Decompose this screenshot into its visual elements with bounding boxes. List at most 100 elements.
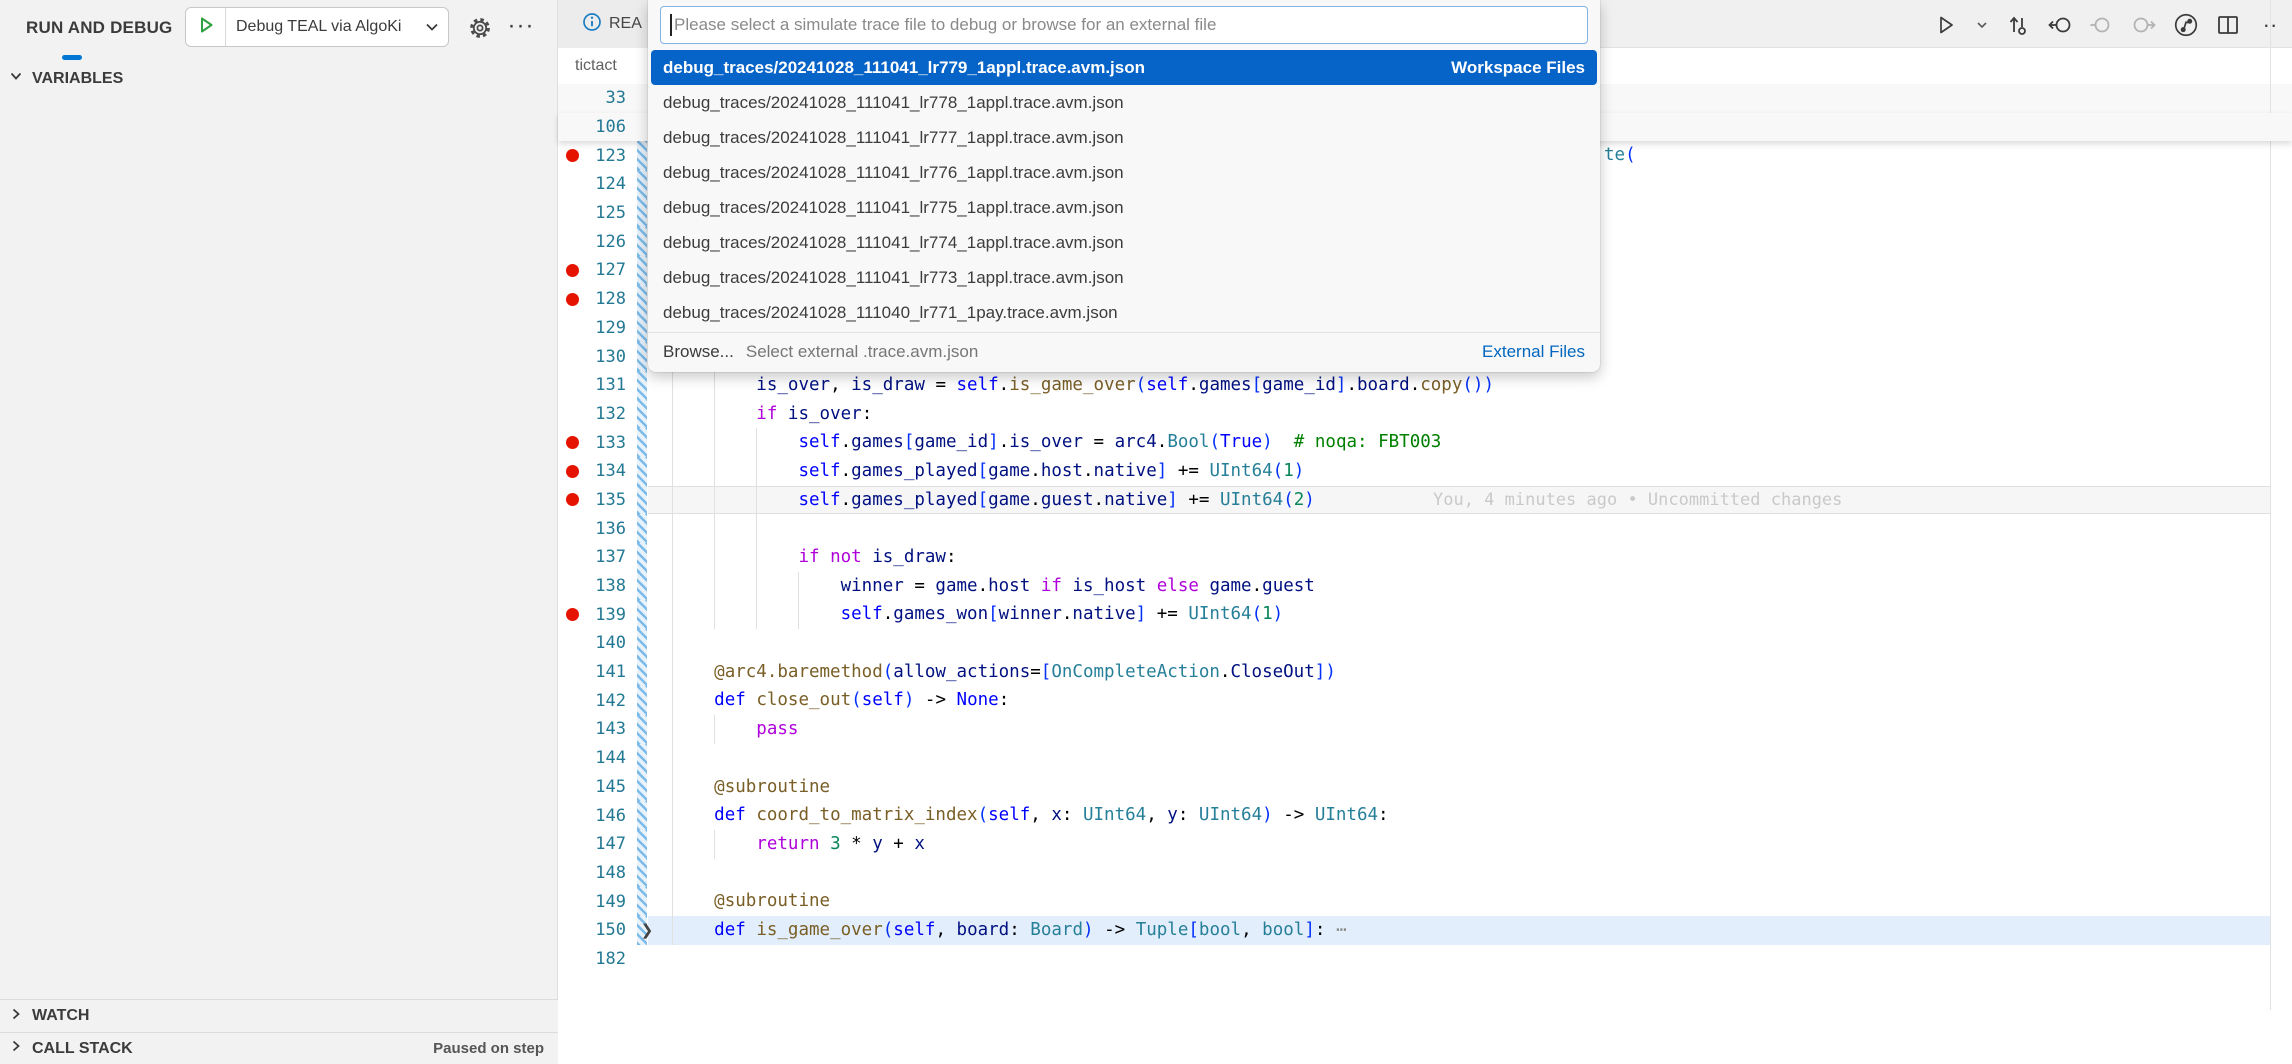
code-text: self.games[game_id].is_over = arc4.Bool(… xyxy=(672,428,1441,457)
code-text: def coord_to_matrix_index(self, x: UInt6… xyxy=(672,801,1389,830)
line-number[interactable]: 132 xyxy=(558,404,634,424)
indent-guide xyxy=(672,859,673,888)
step-back-icon[interactable] xyxy=(2046,11,2074,39)
chevron-down-icon xyxy=(422,19,448,35)
line-number[interactable]: 129 xyxy=(558,318,634,338)
split-editor-icon[interactable] xyxy=(2214,11,2242,39)
fold-chevron-icon[interactable]: ❯ xyxy=(638,920,656,940)
trace-file-path: debug_traces/20241028_111041_lr774_1appl… xyxy=(663,233,1585,253)
gutter-change-marker xyxy=(637,113,647,142)
breakpoint-dot[interactable] xyxy=(566,264,579,277)
gutter-change-marker xyxy=(637,400,647,429)
step-forward-icon[interactable] xyxy=(2130,11,2158,39)
code-line: 182 xyxy=(558,945,2292,974)
code-text: is_over, is_draw = self.is_game_over(sel… xyxy=(672,371,1494,400)
call-stack-section-header[interactable]: CALL STACK Paused on step xyxy=(0,1032,558,1064)
quickpick-input[interactable] xyxy=(674,15,1587,35)
line-number[interactable]: 136 xyxy=(558,519,634,539)
run-button[interactable] xyxy=(1932,11,1960,39)
quickpick-item[interactable]: debug_traces/20241028_111041_lr778_1appl… xyxy=(651,85,1597,120)
step-over-icon[interactable] xyxy=(2088,11,2116,39)
variables-section-header[interactable]: VARIABLES xyxy=(0,62,558,95)
debug-config-dropdown[interactable]: Debug TEAL via AlgoKi xyxy=(185,7,449,47)
external-files-link[interactable]: External Files xyxy=(1482,342,1585,362)
line-number[interactable]: 142 xyxy=(558,691,634,711)
line-number[interactable]: 141 xyxy=(558,662,634,682)
line-number[interactable]: 126 xyxy=(558,232,634,252)
line-number[interactable]: 148 xyxy=(558,863,634,883)
rerun-trace-icon[interactable] xyxy=(2004,11,2032,39)
line-number[interactable]: 131 xyxy=(558,375,634,395)
quickpick-item[interactable]: debug_traces/20241028_111041_lr773_1appl… xyxy=(651,260,1597,295)
editor-scrollbar-divider xyxy=(2270,0,2271,1010)
run-dropdown-chevron-icon[interactable] xyxy=(1974,11,1990,39)
line-number[interactable]: 182 xyxy=(558,949,634,969)
workspace-files-badge: Workspace Files xyxy=(1451,58,1585,78)
breakpoint-dot[interactable] xyxy=(566,465,579,478)
line-number[interactable]: 137 xyxy=(558,547,634,567)
quickpick-item[interactable]: debug_traces/20241028_111041_lr774_1appl… xyxy=(651,225,1597,260)
gutter-change-marker xyxy=(637,887,647,916)
code-line: 146 def coord_to_matrix_index(self, x: U… xyxy=(558,801,2292,830)
line-number[interactable]: 144 xyxy=(558,748,634,768)
quickpick-item[interactable]: debug_traces/20241028_111040_lr771_1pay.… xyxy=(651,295,1597,330)
gutter-change-marker xyxy=(637,658,647,687)
code-text: return 3 * y + x xyxy=(672,830,925,859)
gutter-change-marker xyxy=(637,572,647,601)
chevron-down-icon xyxy=(8,68,24,89)
gear-icon[interactable] xyxy=(464,12,496,44)
trace-file-quickpick: debug_traces/20241028_111041_lr779_1appl… xyxy=(648,0,1600,372)
code-text: def is_game_over(self, board: Board) -> … xyxy=(672,916,1346,945)
quickpick-input-box[interactable] xyxy=(660,6,1588,44)
line-number[interactable]: 143 xyxy=(558,719,634,739)
code-line: 150❯ def is_game_over(self, board: Board… xyxy=(558,916,2292,945)
code-line: 140 xyxy=(558,629,2292,658)
quickpick-item[interactable]: debug_traces/20241028_111041_lr779_1appl… xyxy=(651,50,1597,85)
browse-label: Browse... xyxy=(663,342,734,362)
line-number[interactable]: 130 xyxy=(558,347,634,367)
quickpick-list: debug_traces/20241028_111041_lr779_1appl… xyxy=(651,50,1597,330)
indent-guide xyxy=(756,514,757,543)
line-number[interactable]: 33 xyxy=(558,88,634,108)
code-line: 142 def close_out(self) -> None: xyxy=(558,686,2292,715)
gutter-change-marker xyxy=(637,744,647,773)
indent-guide xyxy=(672,744,673,773)
vscode-window: RUN AND DEBUG Debug TEAL via AlgoKi ··· xyxy=(0,0,2292,1064)
quickpick-item[interactable]: debug_traces/20241028_111041_lr777_1appl… xyxy=(651,120,1597,155)
text-caret xyxy=(670,14,672,36)
inline-git-blame: You, 4 minutes ago • Uncommitted changes xyxy=(1433,486,1842,515)
code-line: 134 self.games_played[game.host.native] … xyxy=(558,457,2292,486)
line-number[interactable]: 106 xyxy=(558,117,634,137)
line-number[interactable]: 124 xyxy=(558,174,634,194)
line-number[interactable]: 125 xyxy=(558,203,634,223)
line-number[interactable]: 149 xyxy=(558,892,634,912)
gutter-change-marker xyxy=(637,773,647,802)
code-line: 136 xyxy=(558,514,2292,543)
line-number[interactable]: 145 xyxy=(558,777,634,797)
more-actions-icon[interactable]: ··· xyxy=(504,10,538,42)
editor-toolbar: ·· xyxy=(1932,9,2284,41)
line-number[interactable]: 147 xyxy=(558,834,634,854)
line-number[interactable]: 138 xyxy=(558,576,634,596)
code-text: winner = game.host if is_host else game.… xyxy=(672,572,1315,601)
paused-status-badge: Paused on step xyxy=(433,1040,544,1057)
gutter-change-marker xyxy=(637,486,647,515)
line-number[interactable]: 146 xyxy=(558,806,634,826)
info-icon xyxy=(582,12,602,37)
line-number[interactable]: 150 xyxy=(558,920,634,940)
quickpick-item[interactable]: debug_traces/20241028_111041_lr775_1appl… xyxy=(651,190,1597,225)
trace-file-path: debug_traces/20241028_111041_lr779_1appl… xyxy=(663,58,1451,78)
line-number[interactable]: 140 xyxy=(558,633,634,653)
gutter-change-marker xyxy=(637,256,647,285)
code-line: 135 self.games_played[game.guest.native]… xyxy=(558,486,2292,515)
gutter-change-marker xyxy=(637,285,647,314)
quickpick-item[interactable]: debug_traces/20241028_111041_lr776_1appl… xyxy=(651,155,1597,190)
start-debug-button[interactable] xyxy=(186,8,226,46)
quickpick-browse-row[interactable]: Browse... Select external .trace.avm.jso… xyxy=(648,332,1600,371)
debug-session-icon[interactable] xyxy=(2172,11,2200,39)
breakpoint-dot[interactable] xyxy=(566,293,579,306)
code-text: self.games_won[winner.native] += UInt64(… xyxy=(672,600,1283,629)
watch-section-header[interactable]: WATCH xyxy=(0,999,558,1032)
breakpoint-dot[interactable] xyxy=(566,436,579,449)
breadcrumb-item[interactable]: tictact xyxy=(575,57,617,75)
